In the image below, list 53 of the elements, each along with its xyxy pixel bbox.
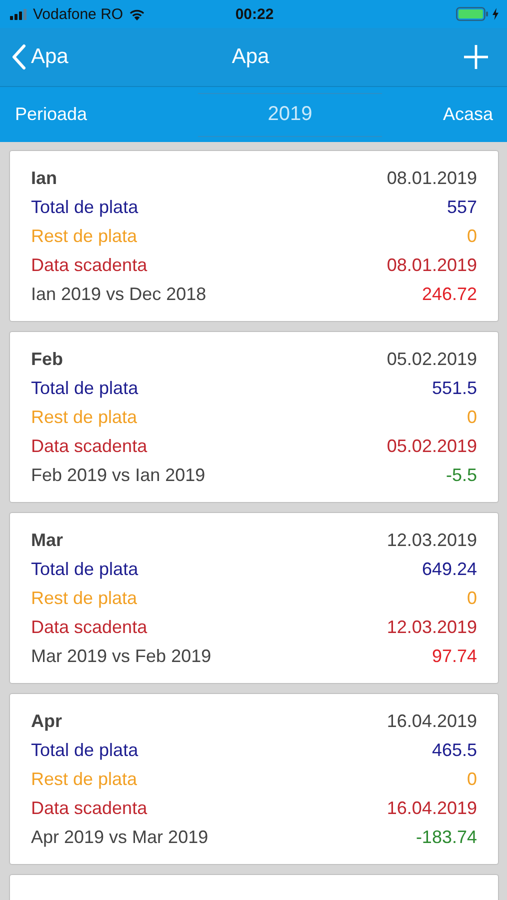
row-value: 557: [446, 197, 477, 218]
row-label: Rest de plata: [31, 407, 138, 428]
row-value: 16.04.2019: [386, 798, 477, 819]
row-value: 649.24: [422, 559, 477, 580]
row-label: Total de plata: [31, 740, 138, 761]
row-value: 97.74: [432, 646, 477, 667]
wifi-icon: [128, 8, 146, 20]
bill-date: 16.04.2019: [386, 711, 477, 732]
row-label: Ian 2019 vs Dec 2018: [31, 284, 206, 305]
row-value: 0: [466, 769, 477, 790]
row-value: 465.5: [432, 740, 477, 761]
chevron-left-icon: [12, 44, 26, 70]
row-label: Rest de plata: [31, 588, 138, 609]
row-label: Data scadenta: [31, 617, 148, 638]
row-label: Total de plata: [31, 559, 138, 580]
bill-date: 08.01.2019: [386, 168, 477, 189]
row-label: Total de plata: [31, 378, 138, 399]
row-value: 12.03.2019: [386, 617, 477, 638]
month-name: Ian: [31, 168, 58, 189]
row-value: 551.5: [432, 378, 477, 399]
row-value: 0: [466, 407, 477, 428]
row-value: 246.72: [422, 284, 477, 305]
signal-icon: [10, 8, 28, 20]
carrier-name: Vodafone RO: [33, 6, 124, 22]
month-card[interactable]: Apr 16.04.2019 Total de plata 465.5 Rest de plata 0 Data scadenta 16.04.2019 Apr 2019 vs Mar 2019 -183.74: [9, 693, 499, 865]
month-name: Feb: [31, 349, 64, 370]
row-value: -5.5: [446, 465, 477, 486]
row-label: Data scadenta: [31, 798, 148, 819]
screen-title: Apa: [232, 45, 270, 69]
row-label: Mar 2019 vs Feb 2019: [31, 646, 212, 667]
row-value: -183.74: [416, 827, 477, 848]
clock-time: 00:22: [235, 6, 274, 22]
row-label: Feb 2019 vs Ian 2019: [31, 465, 206, 486]
row-value: 08.01.2019: [386, 255, 477, 276]
month-card[interactable]: Ian 08.01.2019 Total de plata 557 Rest de plata 0 Data scadenta 08.01.2019 Ian 2019 vs Dec 2018 246.72: [9, 150, 499, 322]
row-label: Data scadenta: [31, 255, 148, 276]
row-label: Total de plata: [31, 197, 138, 218]
month-name: Apr: [31, 711, 62, 732]
month-card[interactable]: Feb 05.02.2019 Total de plata 551.5 Rest de plata 0 Data scadenta 05.02.2019 Feb 2019 vs Ian 2019 -5.5: [9, 331, 499, 503]
bill-date: 12.03.2019: [386, 530, 477, 551]
battery-icon: [456, 7, 489, 21]
plus-icon: [463, 44, 489, 70]
row-value: 0: [466, 588, 477, 609]
month-name: Mar: [31, 530, 64, 551]
row-value: 0: [466, 226, 477, 247]
row-label: Data scadenta: [31, 436, 148, 457]
row-value: 05.02.2019: [386, 436, 477, 457]
bill-date: 05.02.2019: [386, 349, 477, 370]
charging-icon: [492, 8, 499, 20]
row-label: Rest de plata: [31, 226, 138, 247]
row-label: Rest de plata: [31, 769, 138, 790]
month-card[interactable]: Mar 12.03.2019 Total de plata 649.24 Rest de plata 0 Data scadenta 12.03.2019 Mar 2019 vs Feb 2019 97.74: [9, 512, 499, 684]
row-label: Apr 2019 vs Mar 2019: [31, 827, 208, 848]
